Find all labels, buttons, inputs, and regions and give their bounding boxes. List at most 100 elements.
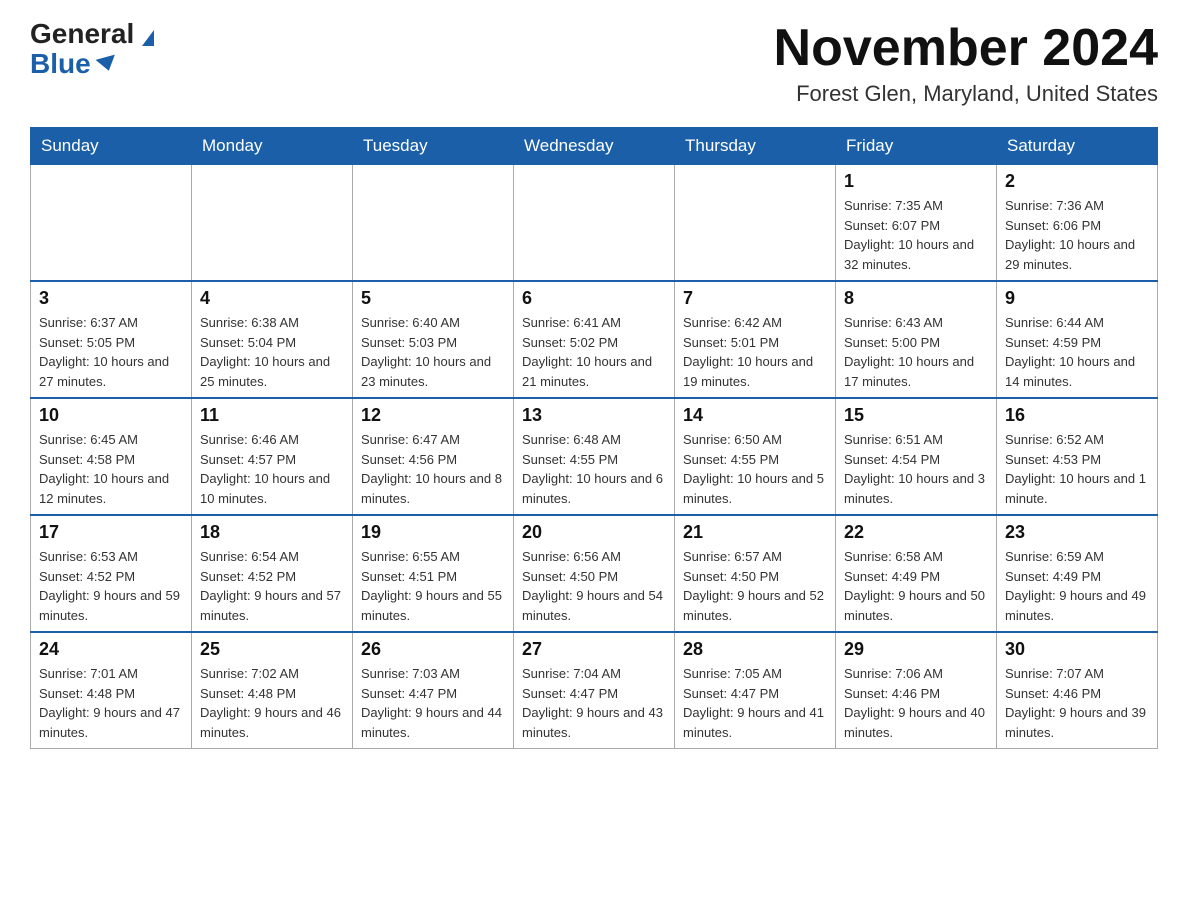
calendar-cell (192, 165, 353, 282)
day-number: 14 (683, 405, 827, 426)
calendar-cell (514, 165, 675, 282)
calendar-cell: 5 Sunrise: 6:40 AM Sunset: 5:03 PM Daylig… (353, 281, 514, 398)
day-info: Sunrise: 7:06 AM Sunset: 4:46 PM Dayligh… (844, 664, 988, 742)
day-number: 21 (683, 522, 827, 543)
logo-general-text: General (30, 20, 134, 48)
calendar-cell: 30Sunrise: 7:07 AM Sunset: 4:46 PM Dayli… (997, 632, 1158, 749)
day-number: 11 (200, 405, 344, 426)
calendar-cell: 29Sunrise: 7:06 AM Sunset: 4:46 PM Dayli… (836, 632, 997, 749)
day-info: Sunrise: 6:53 AM Sunset: 4:52 PM Dayligh… (39, 547, 183, 625)
calendar-cell: 20 Sunrise: 6:56 AM Sunset: 4:50 PM Dayli… (514, 515, 675, 632)
day-info: Sunrise: 7:04 AM Sunset: 4:47 PM Dayligh… (522, 664, 666, 742)
calendar-cell: 13Sunrise: 6:48 AM Sunset: 4:55 PM Dayli… (514, 398, 675, 515)
day-info: Sunrise: 6:44 AM Sunset: 4:59 PM Dayligh… (1005, 313, 1149, 391)
day-info: Sunrise: 6:42 AM Sunset: 5:01 PM Dayligh… (683, 313, 827, 391)
calendar-week-row: 1 Sunrise: 7:35 AM Sunset: 6:07 PM Daylig… (31, 165, 1158, 282)
day-number: 3 (39, 288, 183, 309)
day-number: 10 (39, 405, 183, 426)
title-block: November 2024 Forest Glen, Maryland, Uni… (774, 20, 1158, 107)
day-info: Sunrise: 7:36 AM Sunset: 6:06 PM Dayligh… (1005, 196, 1149, 274)
logo-blue-text: Blue (30, 50, 117, 78)
calendar-cell: 23Sunrise: 6:59 AM Sunset: 4:49 PM Dayli… (997, 515, 1158, 632)
day-info: Sunrise: 6:55 AM Sunset: 4:51 PM Dayligh… (361, 547, 505, 625)
day-info: Sunrise: 7:07 AM Sunset: 4:46 PM Dayligh… (1005, 664, 1149, 742)
day-number: 2 (1005, 171, 1149, 192)
day-number: 7 (683, 288, 827, 309)
day-header-thursday: Thursday (675, 128, 836, 165)
calendar-cell: 21 Sunrise: 6:57 AM Sunset: 4:50 PM Dayli… (675, 515, 836, 632)
day-header-monday: Monday (192, 128, 353, 165)
calendar-cell: 11 Sunrise: 6:46 AM Sunset: 4:57 PM Dayli… (192, 398, 353, 515)
day-number: 6 (522, 288, 666, 309)
day-info: Sunrise: 6:40 AM Sunset: 5:03 PM Dayligh… (361, 313, 505, 391)
day-number: 25 (200, 639, 344, 660)
calendar-cell (675, 165, 836, 282)
day-info: Sunrise: 6:45 AM Sunset: 4:58 PM Dayligh… (39, 430, 183, 508)
day-info: Sunrise: 7:05 AM Sunset: 4:47 PM Dayligh… (683, 664, 827, 742)
day-info: Sunrise: 6:58 AM Sunset: 4:49 PM Dayligh… (844, 547, 988, 625)
day-info: Sunrise: 6:56 AM Sunset: 4:50 PM Dayligh… (522, 547, 666, 625)
day-number: 15 (844, 405, 988, 426)
day-header-tuesday: Tuesday (353, 128, 514, 165)
calendar-week-row: 17Sunrise: 6:53 AM Sunset: 4:52 PM Dayli… (31, 515, 1158, 632)
calendar-cell: 2 Sunrise: 7:36 AM Sunset: 6:06 PM Daylig… (997, 165, 1158, 282)
calendar-cell: 15Sunrise: 6:51 AM Sunset: 4:54 PM Dayli… (836, 398, 997, 515)
day-number: 24 (39, 639, 183, 660)
calendar-cell: 6 Sunrise: 6:41 AM Sunset: 5:02 PM Daylig… (514, 281, 675, 398)
calendar-cell: 10 Sunrise: 6:45 AM Sunset: 4:58 PM Dayli… (31, 398, 192, 515)
calendar-cell: 25 Sunrise: 7:02 AM Sunset: 4:48 PM Dayli… (192, 632, 353, 749)
day-number: 9 (1005, 288, 1149, 309)
day-info: Sunrise: 6:54 AM Sunset: 4:52 PM Dayligh… (200, 547, 344, 625)
day-number: 5 (361, 288, 505, 309)
day-number: 1 (844, 171, 988, 192)
day-info: Sunrise: 6:50 AM Sunset: 4:55 PM Dayligh… (683, 430, 827, 508)
calendar-week-row: 3 Sunrise: 6:37 AM Sunset: 5:05 PM Daylig… (31, 281, 1158, 398)
calendar-cell: 19 Sunrise: 6:55 AM Sunset: 4:51 PM Dayli… (353, 515, 514, 632)
calendar-cell: 1 Sunrise: 7:35 AM Sunset: 6:07 PM Daylig… (836, 165, 997, 282)
day-number: 4 (200, 288, 344, 309)
day-header-sunday: Sunday (31, 128, 192, 165)
page-header: General Blue November 2024 Forest Glen, … (30, 20, 1158, 107)
day-info: Sunrise: 6:47 AM Sunset: 4:56 PM Dayligh… (361, 430, 505, 508)
day-info: Sunrise: 6:38 AM Sunset: 5:04 PM Dayligh… (200, 313, 344, 391)
calendar-cell (353, 165, 514, 282)
day-info: Sunrise: 6:46 AM Sunset: 4:57 PM Dayligh… (200, 430, 344, 508)
day-info: Sunrise: 6:57 AM Sunset: 4:50 PM Dayligh… (683, 547, 827, 625)
calendar-cell: 8Sunrise: 6:43 AM Sunset: 5:00 PM Daylig… (836, 281, 997, 398)
calendar-cell: 4 Sunrise: 6:38 AM Sunset: 5:04 PM Daylig… (192, 281, 353, 398)
day-number: 20 (522, 522, 666, 543)
calendar-cell: 24 Sunrise: 7:01 AM Sunset: 4:48 PM Dayli… (31, 632, 192, 749)
day-header-wednesday: Wednesday (514, 128, 675, 165)
day-info: Sunrise: 6:37 AM Sunset: 5:05 PM Dayligh… (39, 313, 183, 391)
calendar-cell: 12 Sunrise: 6:47 AM Sunset: 4:56 PM Dayli… (353, 398, 514, 515)
day-info: Sunrise: 7:01 AM Sunset: 4:48 PM Dayligh… (39, 664, 183, 742)
calendar-cell: 22 Sunrise: 6:58 AM Sunset: 4:49 PM Dayli… (836, 515, 997, 632)
day-info: Sunrise: 7:35 AM Sunset: 6:07 PM Dayligh… (844, 196, 988, 274)
day-info: Sunrise: 6:48 AM Sunset: 4:55 PM Dayligh… (522, 430, 666, 508)
day-info: Sunrise: 6:52 AM Sunset: 4:53 PM Dayligh… (1005, 430, 1149, 508)
day-info: Sunrise: 6:59 AM Sunset: 4:49 PM Dayligh… (1005, 547, 1149, 625)
calendar-cell: 14 Sunrise: 6:50 AM Sunset: 4:55 PM Dayli… (675, 398, 836, 515)
day-number: 18 (200, 522, 344, 543)
calendar-cell: 28 Sunrise: 7:05 AM Sunset: 4:47 PM Dayli… (675, 632, 836, 749)
calendar-cell: 9 Sunrise: 6:44 AM Sunset: 4:59 PM Daylig… (997, 281, 1158, 398)
calendar-cell (31, 165, 192, 282)
calendar-week-row: 24 Sunrise: 7:01 AM Sunset: 4:48 PM Dayli… (31, 632, 1158, 749)
month-title: November 2024 (774, 20, 1158, 77)
day-number: 22 (844, 522, 988, 543)
calendar-table: SundayMondayTuesdayWednesdayThursdayFrid… (30, 127, 1158, 749)
day-info: Sunrise: 6:41 AM Sunset: 5:02 PM Dayligh… (522, 313, 666, 391)
day-number: 28 (683, 639, 827, 660)
calendar-cell: 16Sunrise: 6:52 AM Sunset: 4:53 PM Dayli… (997, 398, 1158, 515)
day-number: 26 (361, 639, 505, 660)
day-number: 8 (844, 288, 988, 309)
calendar-cell: 3 Sunrise: 6:37 AM Sunset: 5:05 PM Daylig… (31, 281, 192, 398)
day-info: Sunrise: 7:02 AM Sunset: 4:48 PM Dayligh… (200, 664, 344, 742)
day-number: 19 (361, 522, 505, 543)
day-number: 12 (361, 405, 505, 426)
day-number: 27 (522, 639, 666, 660)
logo: General Blue (30, 20, 138, 78)
day-info: Sunrise: 7:03 AM Sunset: 4:47 PM Dayligh… (361, 664, 505, 742)
calendar-cell: 27 Sunrise: 7:04 AM Sunset: 4:47 PM Dayli… (514, 632, 675, 749)
calendar-cell: 17Sunrise: 6:53 AM Sunset: 4:52 PM Dayli… (31, 515, 192, 632)
